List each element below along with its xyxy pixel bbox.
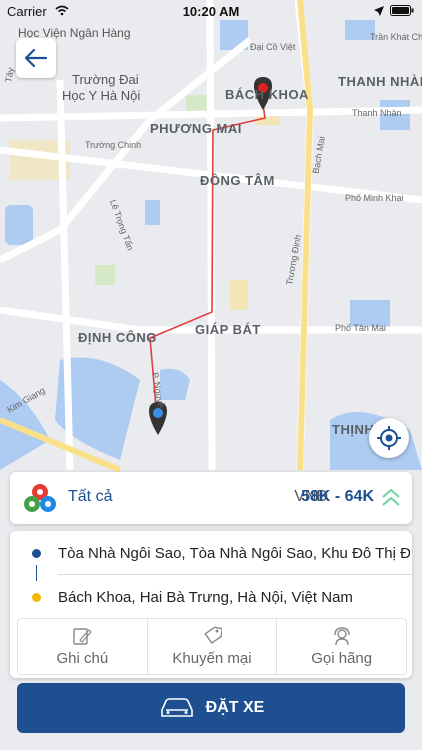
headset-icon xyxy=(333,627,350,646)
map-label: GIÁP BÁT xyxy=(195,322,261,337)
clock: 10:20 AM xyxy=(182,4,240,19)
status-bar: Carrier 10:20 AM xyxy=(0,0,422,22)
vehicle-type-card[interactable]: Tất cả VNĐ 58K - 64K xyxy=(10,472,412,524)
call-label: Gọi hãng xyxy=(311,650,373,667)
locate-me-button[interactable] xyxy=(369,418,409,458)
destination-address[interactable]: Bách Khoa, Hai Bà Trưng, Hà Nội, Việt Na… xyxy=(58,589,410,606)
divider xyxy=(58,574,412,575)
vehicle-logo-icon xyxy=(24,484,56,512)
destination-dot-icon xyxy=(32,593,41,602)
map-label: Trường Chinh xyxy=(85,140,142,150)
battery-icon xyxy=(390,5,414,16)
map-label: Trường Đai xyxy=(72,72,139,87)
edit-note-icon xyxy=(73,628,93,645)
crosshair-icon xyxy=(377,426,401,450)
map-label: Đại Cồ Việt xyxy=(250,42,296,52)
location-arrow-icon xyxy=(374,6,384,16)
map-label: THỊNH xyxy=(332,422,375,437)
map-label: Phố Tân Mai xyxy=(335,323,386,333)
route-card: Tòa Nhà Ngôi Sao, Tòa Nhà Ngôi Sao, Khu … xyxy=(10,531,412,678)
map-label: Thanh Nhàn xyxy=(352,108,402,118)
back-button[interactable] xyxy=(16,38,56,78)
route-connector xyxy=(36,565,37,581)
map-label: Trần Khát Châ xyxy=(370,32,422,42)
pickup-address[interactable]: Tòa Nhà Ngôi Sao, Tòa Nhà Ngôi Sao, Khu … xyxy=(58,545,410,562)
promo-tag-icon xyxy=(204,626,222,645)
car-icon xyxy=(160,698,193,717)
map-label: BÁCH KHOA xyxy=(225,87,309,102)
call-operator-button[interactable]: Gọi hãng xyxy=(277,619,406,674)
book-ride-label: ĐẶT XE xyxy=(205,699,265,716)
promo-button[interactable]: Khuyến mại xyxy=(148,619,278,674)
map-label: Học Y Hà Nội xyxy=(62,88,141,103)
map-label: Phố Minh Khai xyxy=(345,193,404,203)
map-label: THANH NHÀN xyxy=(338,74,422,89)
promo-label: Khuyến mại xyxy=(172,650,252,667)
price-range: 58K - 64K xyxy=(301,488,374,505)
vehicle-type-label: Tất cả xyxy=(68,488,113,505)
map-label: ĐỒNG TÂM xyxy=(200,173,275,188)
chevron-up-icon[interactable] xyxy=(380,486,402,510)
note-button[interactable]: Ghi chú xyxy=(18,619,148,674)
map-label: ĐỊNH CÔNG xyxy=(78,330,157,345)
book-ride-button[interactable]: ĐẶT XE xyxy=(17,683,405,733)
pickup-dot-icon xyxy=(32,549,41,558)
arrow-left-icon xyxy=(25,49,47,67)
action-bar: Ghi chú Khuyến mại Gọi hãng xyxy=(17,618,407,675)
map-label: PHƯƠNG MAI xyxy=(150,121,242,136)
note-label: Ghi chú xyxy=(56,650,109,667)
